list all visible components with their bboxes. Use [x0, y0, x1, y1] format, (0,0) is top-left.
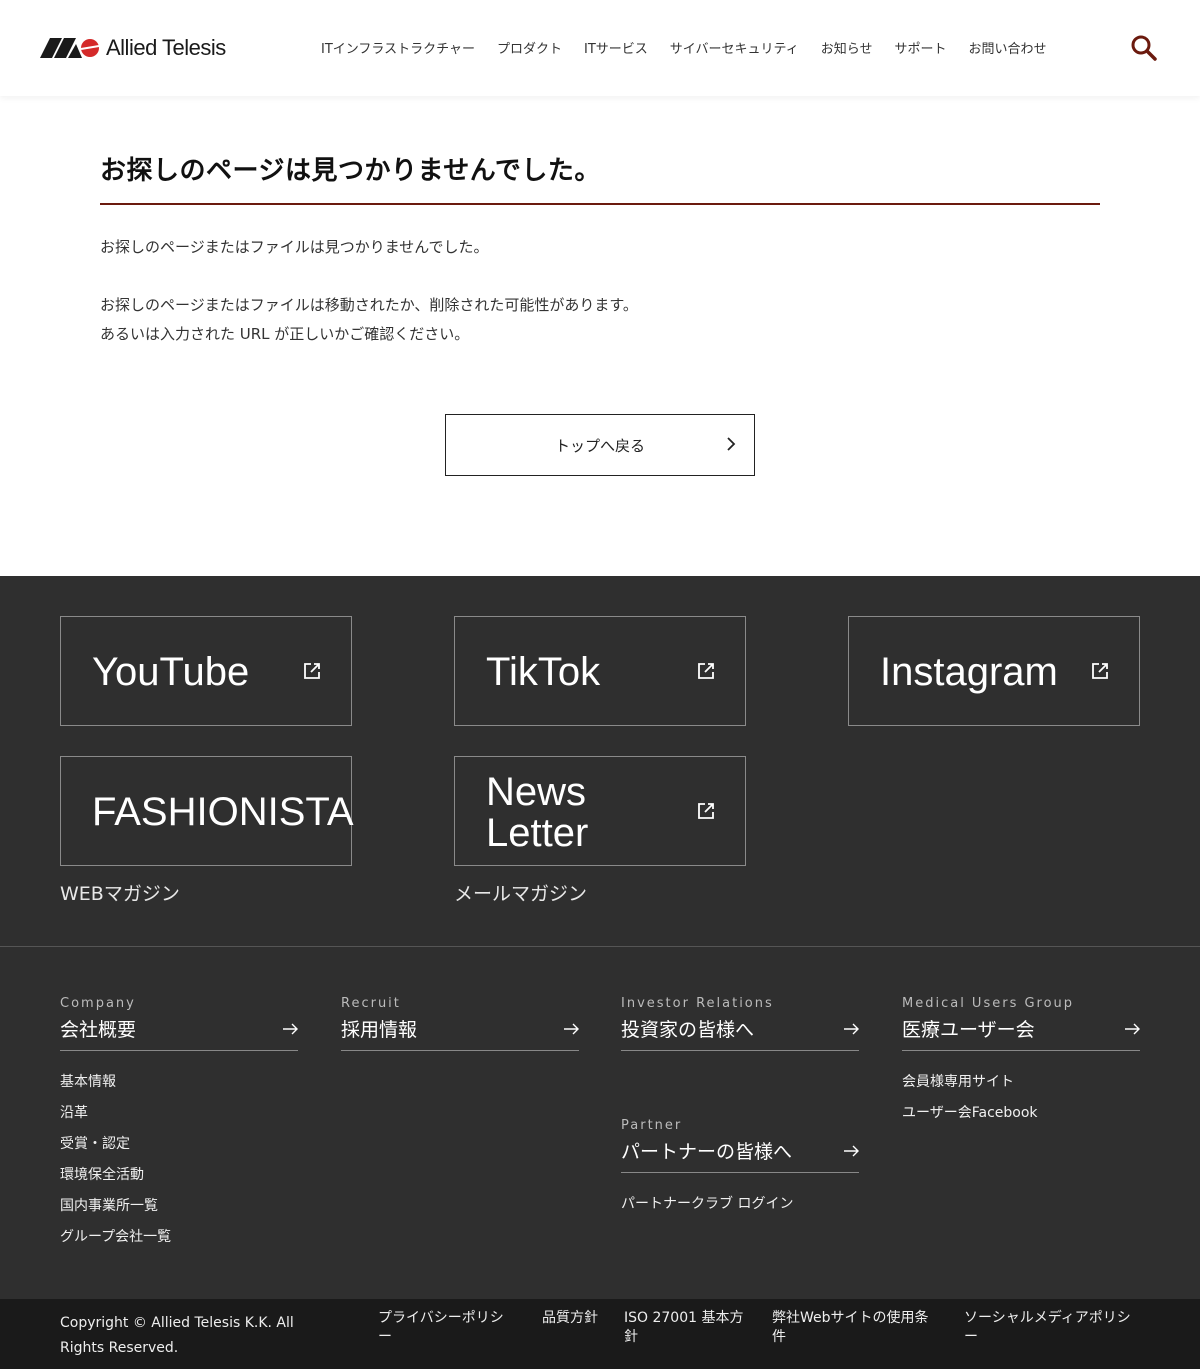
- main-content: お探しのページは見つかりませんでした。 お探しのページまたはファイルは見つかりま…: [100, 150, 1100, 476]
- not-found-message: お探しのページまたはファイルは見つかりませんでした。: [100, 238, 489, 256]
- company-link-group[interactable]: グループ会社一覧: [60, 1222, 298, 1253]
- medical-heading: 医療ユーザー会: [902, 1019, 1035, 1041]
- ir-heading-link[interactable]: 投資家の皆様へ: [621, 1015, 859, 1051]
- company-links: 基本情報 沿革 受賞・認定 環境保全活動 国内事業所一覧 グループ会社一覧: [60, 1067, 298, 1253]
- medical-link-facebook[interactable]: ユーザー会Facebook: [902, 1098, 1140, 1129]
- medical-heading-link[interactable]: 医療ユーザー会: [902, 1015, 1140, 1051]
- recruit-heading-link[interactable]: 採用情報: [341, 1015, 579, 1051]
- footer-col-medical: Medical Users Group 医療ユーザー会 会員様専用サイト ユーザ…: [902, 996, 1140, 1129]
- company-link-history[interactable]: 沿革: [60, 1098, 298, 1129]
- search-icon: [1131, 35, 1157, 61]
- company-en-label: Company: [60, 996, 136, 1011]
- partner-links: パートナークラブ ログイン: [621, 1189, 859, 1220]
- recruit-heading: 採用情報: [341, 1019, 418, 1041]
- arrow-right-icon: [844, 1145, 859, 1156]
- company-link-awards[interactable]: 受賞・認定: [60, 1129, 298, 1160]
- external-link-icon: [1092, 663, 1108, 679]
- footer-bottom-bar: Copyright © Allied Telesis K.K. All Righ…: [0, 1299, 1200, 1369]
- social-media-policy-link[interactable]: ソーシャルメディアポリシー: [964, 1309, 1140, 1347]
- iso-policy-link[interactable]: ISO 27001 基本方針: [624, 1309, 744, 1347]
- nav-item-contact[interactable]: お問い合わせ: [969, 38, 1047, 57]
- partner-en-label: Partner: [621, 1118, 683, 1133]
- detail-line-1: お探しのページまたはファイルは移動されたか、削除された可能性があります。: [100, 296, 638, 314]
- external-link-icon: [698, 663, 714, 679]
- tiktok-link[interactable]: TikTok: [454, 616, 746, 726]
- fashionista-label: FASHIONISTA: [92, 790, 354, 834]
- instagram-link[interactable]: Instagram: [848, 616, 1140, 726]
- footer-divider: [0, 946, 1200, 947]
- back-to-top-label: トップへ戻る: [554, 436, 645, 455]
- fashionista-sub-label: WEBマガジン: [60, 883, 180, 905]
- footer: YouTube TikTok Instagram FASHIONISTA WEB…: [0, 576, 1200, 1299]
- site-logo[interactable]: Allied Telesis: [40, 35, 226, 60]
- main-nav: ITインフラストラクチャー プロダクト ITサービス サイバーセキュリティ お知…: [321, 38, 1047, 57]
- company-link-environment[interactable]: 環境保全活動: [60, 1160, 298, 1191]
- privacy-policy-link[interactable]: プライバシーポリシー: [378, 1309, 514, 1347]
- newsletter-label: News Letter: [486, 772, 588, 854]
- copyright: Copyright © Allied Telesis K.K. All Righ…: [60, 1315, 294, 1356]
- external-link-icon: [698, 803, 714, 819]
- instagram-label: Instagram: [880, 650, 1058, 694]
- ir-heading: 投資家の皆様へ: [621, 1019, 755, 1041]
- newsletter-label-line-2: Letter: [486, 811, 589, 855]
- quality-policy-link[interactable]: 品質方針: [542, 1309, 598, 1328]
- tiktok-label: TikTok: [486, 650, 601, 694]
- medical-link-members[interactable]: 会員様専用サイト: [902, 1067, 1140, 1098]
- page-title: お探しのページは見つかりませんでした。: [100, 150, 1100, 205]
- recruit-en-label: Recruit: [341, 996, 401, 1011]
- allied-telesis-logo-icon: [40, 38, 100, 58]
- company-heading: 会社概要: [60, 1019, 137, 1041]
- newsletter-sub-label: メールマガジン: [454, 883, 588, 905]
- medical-links: 会員様専用サイト ユーザー会Facebook: [902, 1067, 1140, 1129]
- arrow-right-icon: [564, 1023, 579, 1034]
- newsletter-link[interactable]: News Letter: [454, 756, 746, 866]
- arrow-right-icon: [1125, 1023, 1140, 1034]
- youtube-link[interactable]: YouTube: [60, 616, 352, 726]
- arrow-right-icon: [283, 1023, 298, 1034]
- external-link-icon: [304, 663, 320, 679]
- nav-item-news[interactable]: お知らせ: [821, 38, 873, 57]
- footer-col-recruit: Recruit 採用情報: [341, 996, 579, 1051]
- company-link-offices[interactable]: 国内事業所一覧: [60, 1191, 298, 1222]
- logo-text: Allied Telesis: [106, 35, 226, 60]
- newsletter-label-line-1: News: [486, 770, 587, 814]
- youtube-label: YouTube: [92, 650, 250, 694]
- footer-col-ir: Investor Relations 投資家の皆様へ: [621, 996, 859, 1051]
- footer-col-partner: Partner パートナーの皆様へ パートナークラブ ログイン: [621, 1118, 859, 1220]
- nav-item-support[interactable]: サポート: [895, 38, 947, 57]
- partner-heading-link[interactable]: パートナーの皆様へ: [621, 1137, 859, 1173]
- site-header: Allied Telesis ITインフラストラクチャー プロダクト ITサービ…: [0, 0, 1200, 96]
- back-to-top-button[interactable]: トップへ戻る: [445, 414, 755, 476]
- not-found-detail: お探しのページまたはファイルは移動されたか、削除された可能性があります。 あるい…: [100, 291, 1100, 349]
- fashionista-link[interactable]: FASHIONISTA: [60, 756, 354, 866]
- partner-heading: パートナーの皆様へ: [621, 1141, 793, 1163]
- partner-link-login[interactable]: パートナークラブ ログイン: [621, 1189, 859, 1220]
- chevron-right-icon: [727, 437, 736, 451]
- detail-line-2: あるいは入力された URL が正しいかご確認ください。: [100, 325, 470, 343]
- nav-item-products[interactable]: プロダクト: [497, 38, 562, 57]
- company-link-basic-info[interactable]: 基本情報: [60, 1067, 298, 1098]
- nav-item-it-infrastructure[interactable]: ITインフラストラクチャー: [321, 38, 475, 57]
- nav-item-cyber-security[interactable]: サイバーセキュリティ: [670, 38, 799, 57]
- search-button[interactable]: [1130, 34, 1158, 62]
- footer-col-company: Company 会社概要 基本情報 沿革 受賞・認定 環境保全活動 国内事業所一…: [60, 996, 298, 1253]
- arrow-right-icon: [844, 1023, 859, 1034]
- medical-en-label: Medical Users Group: [902, 996, 1075, 1011]
- nav-item-it-services[interactable]: ITサービス: [584, 38, 648, 57]
- terms-of-use-link[interactable]: 弊社Webサイトの使用条件: [772, 1309, 936, 1347]
- company-heading-link[interactable]: 会社概要: [60, 1015, 298, 1051]
- ir-en-label: Investor Relations: [621, 996, 774, 1011]
